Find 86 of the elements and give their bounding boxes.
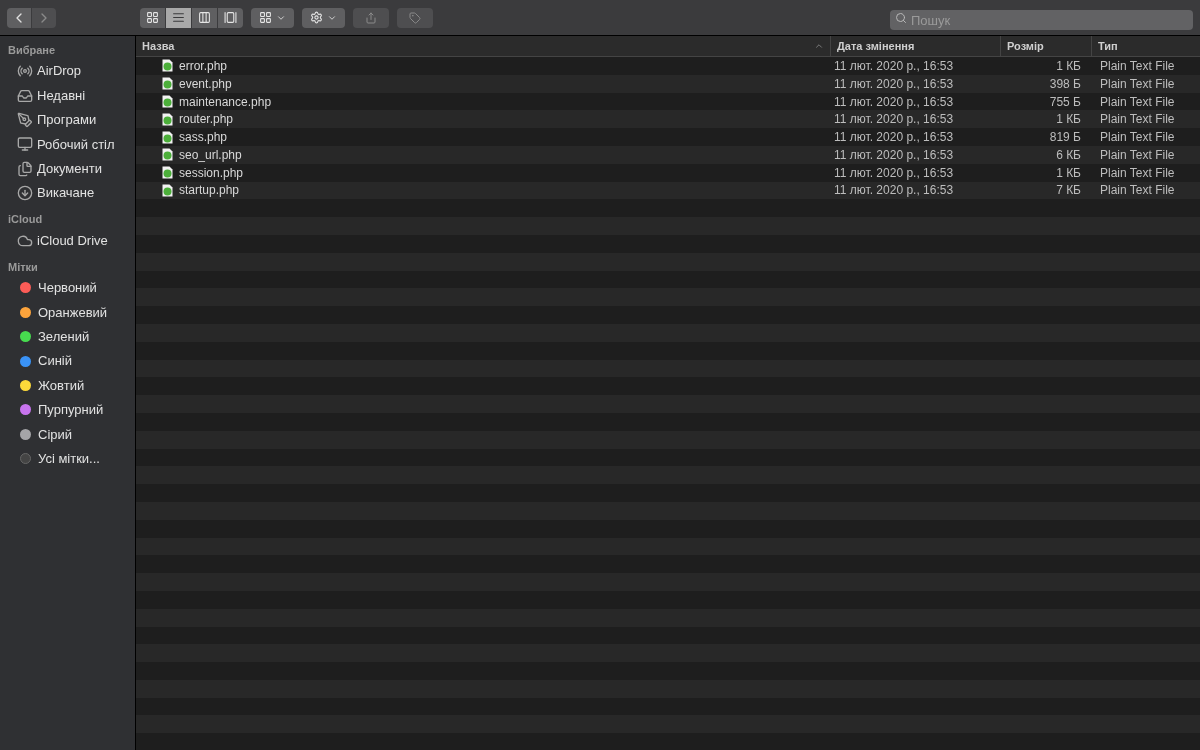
- size-cell: 1 КБ: [1056, 112, 1081, 127]
- sort-caret-icon: [814, 41, 824, 51]
- columns-icon: [198, 11, 211, 24]
- list-view-button[interactable]: [166, 7, 191, 28]
- php-file-icon: [162, 59, 173, 73]
- tag-item[interactable]: Сірий: [0, 422, 135, 447]
- date-cell: 11 лют. 2020 р., 16:53: [834, 183, 954, 198]
- type-cell: Plain Text File: [1100, 165, 1175, 180]
- action-button[interactable]: [302, 7, 345, 28]
- size-cell: 755 Б: [1049, 94, 1081, 109]
- column-header[interactable]: Назва: [136, 36, 830, 56]
- sidebar-item[interactable]: Програми: [0, 107, 135, 133]
- monitor-icon: [17, 136, 33, 153]
- download-icon: [17, 185, 33, 202]
- php-file-icon: [162, 95, 173, 108]
- type-cell: Plain Text File: [1100, 147, 1175, 162]
- php-file-icon: [162, 130, 173, 144]
- php-file-icon: [162, 166, 173, 180]
- file-name: sass.php: [179, 129, 228, 147]
- gallery-icon: [224, 11, 237, 24]
- size-cell: 819 Б: [1049, 130, 1081, 145]
- lines-icon: [172, 11, 185, 24]
- date-cell: 11 лют. 2020 р., 16:53: [834, 130, 954, 145]
- tag-item[interactable]: Червоний: [0, 275, 135, 301]
- document-icon: [17, 160, 33, 177]
- column-header[interactable]: Тип: [1091, 36, 1200, 56]
- type-cell: Plain Text File: [1100, 76, 1175, 91]
- size-cell: 6 КБ: [1056, 147, 1081, 162]
- sidebar-section-title: iCloud: [7, 212, 44, 228]
- gear-icon: [310, 11, 323, 24]
- grid-icon: [259, 11, 272, 24]
- size-cell: 7 КБ: [1056, 183, 1081, 198]
- file-name: router.php: [179, 111, 234, 129]
- size-cell: 398 Б: [1049, 76, 1081, 91]
- file-name: startup.php: [179, 182, 240, 200]
- back-button[interactable]: [7, 7, 31, 28]
- type-cell: Plain Text File: [1100, 112, 1175, 127]
- share-icon: [365, 11, 377, 24]
- column-view-button[interactable]: [192, 7, 217, 28]
- tag-icon: [409, 11, 421, 24]
- tag-button[interactable]: [397, 7, 433, 28]
- search-field[interactable]: Пошук: [890, 10, 1193, 30]
- type-cell: Plain Text File: [1100, 183, 1175, 198]
- sidebar-item[interactable]: Викачане: [0, 180, 135, 206]
- file-row[interactable]: router.php 11 лют. 2020 р., 16:53 1 КБ Plain Text File: [136, 110, 1200, 129]
- file-name: session.php: [179, 164, 244, 182]
- sidebar-item[interactable]: Робочий стіл: [0, 132, 135, 157]
- php-file-icon: [162, 148, 173, 162]
- sidebar-item[interactable]: Недавні: [0, 83, 135, 108]
- date-cell: 11 лют. 2020 р., 16:53: [834, 165, 954, 180]
- php-file-icon: [162, 184, 173, 197]
- tag-item[interactable]: Зелений: [0, 324, 135, 349]
- sidebar-section-title: Вибране: [7, 43, 57, 58]
- gallery-view-button[interactable]: [218, 7, 243, 28]
- file-name: error.php: [179, 57, 228, 75]
- file-name: seo_url.php: [179, 146, 242, 164]
- size-cell: 1 КБ: [1056, 165, 1081, 180]
- tag-item[interactable]: Пурпурний: [0, 397, 135, 423]
- sidebar-item[interactable]: AirDrop: [0, 59, 135, 84]
- date-cell: 11 лют. 2020 р., 16:53: [834, 112, 954, 127]
- column-header[interactable]: Розмір: [1000, 36, 1091, 56]
- tag-item[interactable]: Жовтий: [0, 373, 135, 398]
- grid-icon: [146, 11, 159, 24]
- search-icon: [895, 11, 907, 24]
- type-cell: Plain Text File: [1100, 58, 1175, 73]
- sidebar-item[interactable]: Документи: [0, 156, 135, 181]
- icon-view-button[interactable]: [140, 7, 165, 28]
- tag-item[interactable]: Усі мітки...: [0, 446, 135, 471]
- type-cell: Plain Text File: [1100, 94, 1175, 109]
- group-button[interactable]: [251, 7, 294, 28]
- date-cell: 11 лют. 2020 р., 16:53: [834, 147, 954, 162]
- file-name: event.php: [179, 75, 232, 93]
- file-name: maintenance.php: [179, 93, 272, 111]
- date-cell: 11 лют. 2020 р., 16:53: [834, 76, 954, 91]
- size-cell: 1 КБ: [1056, 58, 1081, 73]
- date-cell: 11 лют. 2020 р., 16:53: [834, 58, 954, 73]
- type-cell: Plain Text File: [1100, 130, 1175, 145]
- sidebar-item[interactable]: iCloud Drive: [0, 228, 135, 253]
- sidebar-section-title: Мітки: [7, 259, 39, 275]
- tag-item[interactable]: Синій: [0, 348, 135, 374]
- date-cell: 11 лют. 2020 р., 16:53: [834, 94, 954, 109]
- php-file-icon: [162, 112, 173, 126]
- tag-item[interactable]: Оранжевий: [0, 300, 135, 325]
- column-header[interactable]: Дата змінення: [830, 36, 1000, 56]
- tray-icon: [17, 87, 33, 104]
- php-file-icon: [162, 77, 173, 91]
